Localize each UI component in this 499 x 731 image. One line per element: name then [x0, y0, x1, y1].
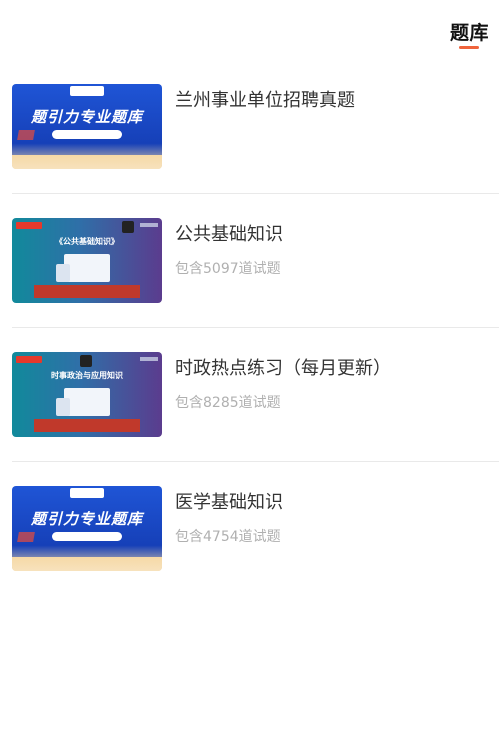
item-count: 包含8285道试题 — [175, 395, 281, 411]
decorative-flag-icon — [17, 532, 35, 542]
item-thumbnail: 题引力专业题库 — [12, 84, 162, 169]
brand-logo-icon — [122, 221, 134, 233]
brand-logo-icon — [70, 86, 104, 96]
thumbnail-url-strip — [52, 130, 122, 139]
list-item[interactable]: 题引力专业题库 医学基础知识 包含4754道试题 — [12, 486, 499, 620]
divider — [12, 193, 499, 194]
tab-question-bank[interactable]: 题库 — [450, 18, 489, 45]
item-count: 包含4754道试题 — [175, 529, 281, 545]
thumbnail-headline: 题引力专业题库 — [30, 108, 143, 126]
list-item[interactable]: 时事政治与应用知识 时政热点练习（每月更新） 包含8285道试题 — [12, 352, 499, 486]
thumbnail-site-strip — [140, 357, 158, 361]
thumbnail-badge — [16, 356, 42, 363]
item-count: 包含5097道试题 — [175, 261, 281, 277]
item-title[interactable]: 时政热点练习（每月更新） — [175, 354, 391, 380]
brand-logo-icon — [70, 488, 104, 498]
thumbnail-ribbon — [34, 285, 140, 298]
decorative-flag-icon — [17, 130, 35, 140]
device-screen-icon — [64, 388, 110, 416]
list-item[interactable]: 题引力专业题库 兰州事业单位招聘真题 — [12, 84, 499, 218]
question-bank-list: 题引力专业题库 兰州事业单位招聘真题 《公共基础知识》 公共基础知识 包含509… — [12, 84, 499, 620]
list-item[interactable]: 《公共基础知识》 公共基础知识 包含5097道试题 — [12, 218, 499, 352]
thumbnail-ribbon — [34, 419, 140, 432]
item-title[interactable]: 医学基础知识 — [175, 488, 283, 514]
device-screen-icon — [64, 254, 110, 282]
device-tablet-icon — [56, 398, 70, 416]
top-bar: 题库 — [0, 0, 499, 58]
item-title[interactable]: 兰州事业单位招聘真题 — [175, 86, 355, 112]
item-thumbnail: 题引力专业题库 — [12, 486, 162, 571]
thumbnail-base — [12, 155, 162, 169]
thumbnail-base — [12, 557, 162, 571]
thumbnail-headline: 《公共基础知识》 — [55, 237, 119, 246]
device-tablet-icon — [56, 264, 70, 282]
item-thumbnail: 时事政治与应用知识 — [12, 352, 162, 437]
divider — [12, 327, 499, 328]
thumbnail-headline: 时事政治与应用知识 — [51, 371, 123, 380]
item-thumbnail: 《公共基础知识》 — [12, 218, 162, 303]
tab-active-indicator — [459, 46, 479, 49]
brand-logo-icon — [80, 355, 92, 367]
thumbnail-badge — [16, 222, 42, 229]
thumbnail-site-strip — [140, 223, 158, 227]
thumbnail-url-strip — [52, 532, 122, 541]
thumbnail-headline: 题引力专业题库 — [30, 510, 143, 528]
item-title[interactable]: 公共基础知识 — [175, 220, 283, 246]
divider — [12, 461, 499, 462]
